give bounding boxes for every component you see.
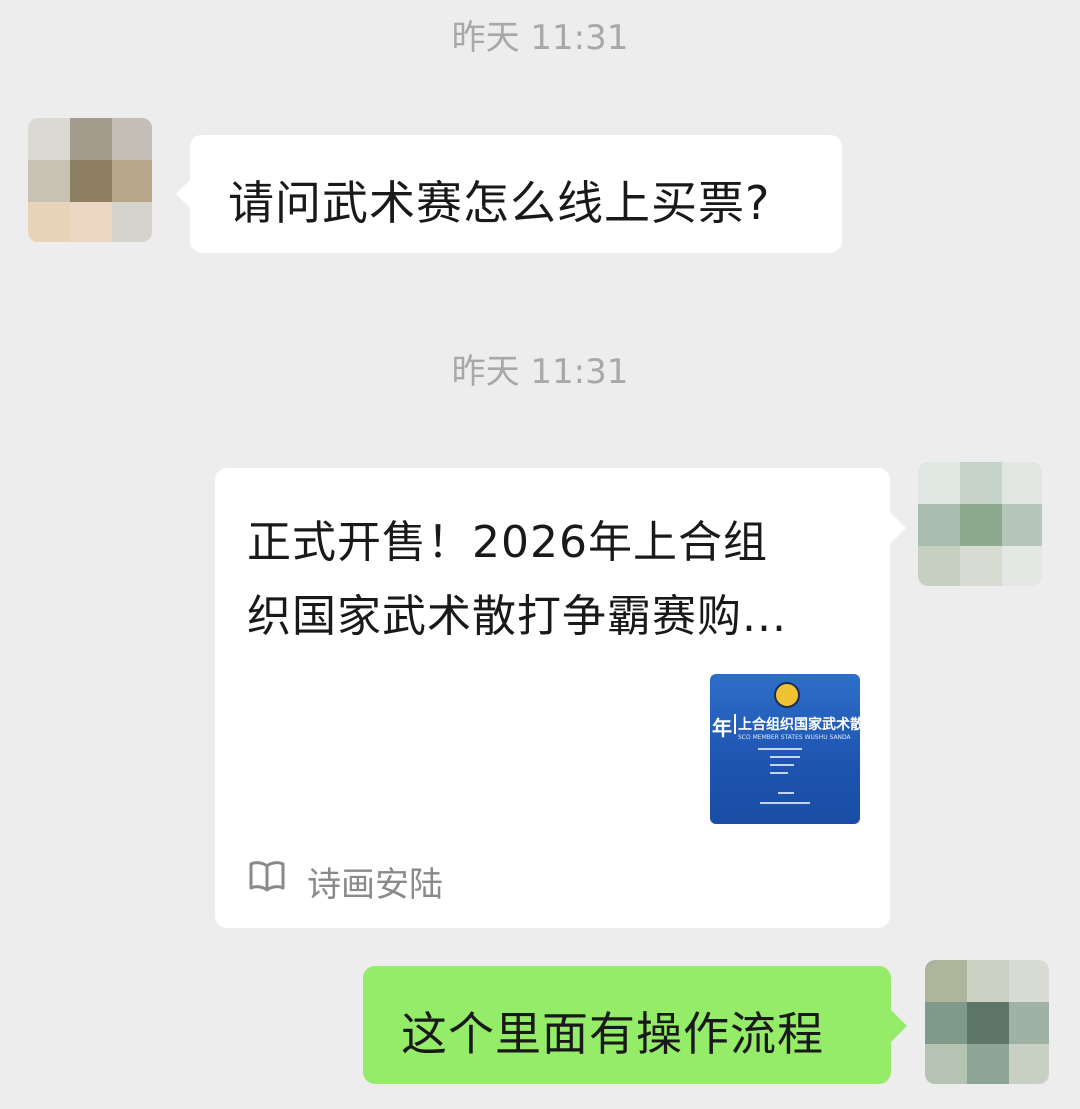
- contact-avatar[interactable]: [28, 118, 152, 242]
- thumbnail-badge: 年: [712, 716, 732, 740]
- sent-message-bubble[interactable]: 这个里面有操作流程: [363, 966, 891, 1084]
- link-card-source: 诗画安陆: [307, 865, 443, 905]
- timestamp: 昨天 11:31: [451, 18, 629, 58]
- timestamp: 昨天 11:31: [451, 352, 629, 392]
- logo-icon: [774, 682, 800, 708]
- received-message-bubble[interactable]: 请问武术赛怎么线上买票?: [190, 135, 842, 253]
- thumbnail-subtitle: SCO MEMBER STATES WUSHU SANDA: [738, 734, 851, 741]
- self-avatar[interactable]: [918, 462, 1042, 586]
- bubble-tail: [891, 1010, 907, 1042]
- book-icon: [247, 856, 287, 896]
- link-card[interactable]: 正式开售！2026年上合组 织国家武术散打争霸赛购... 年 上合组织国家武术散…: [215, 468, 890, 928]
- self-avatar[interactable]: [925, 960, 1049, 1084]
- message-text: 请问武术赛怎么线上买票?: [228, 176, 771, 230]
- thumbnail-title: 上合组织国家武术散: [738, 717, 860, 733]
- message-text: 这个里面有操作流程: [401, 1007, 824, 1061]
- link-card-thumbnail: 年 上合组织国家武术散 SCO MEMBER STATES WUSHU SAND…: [710, 674, 860, 824]
- link-card-title: 正式开售！2026年上合组 织国家武术散打争霸赛购...: [247, 517, 787, 642]
- bubble-tail: [890, 512, 906, 544]
